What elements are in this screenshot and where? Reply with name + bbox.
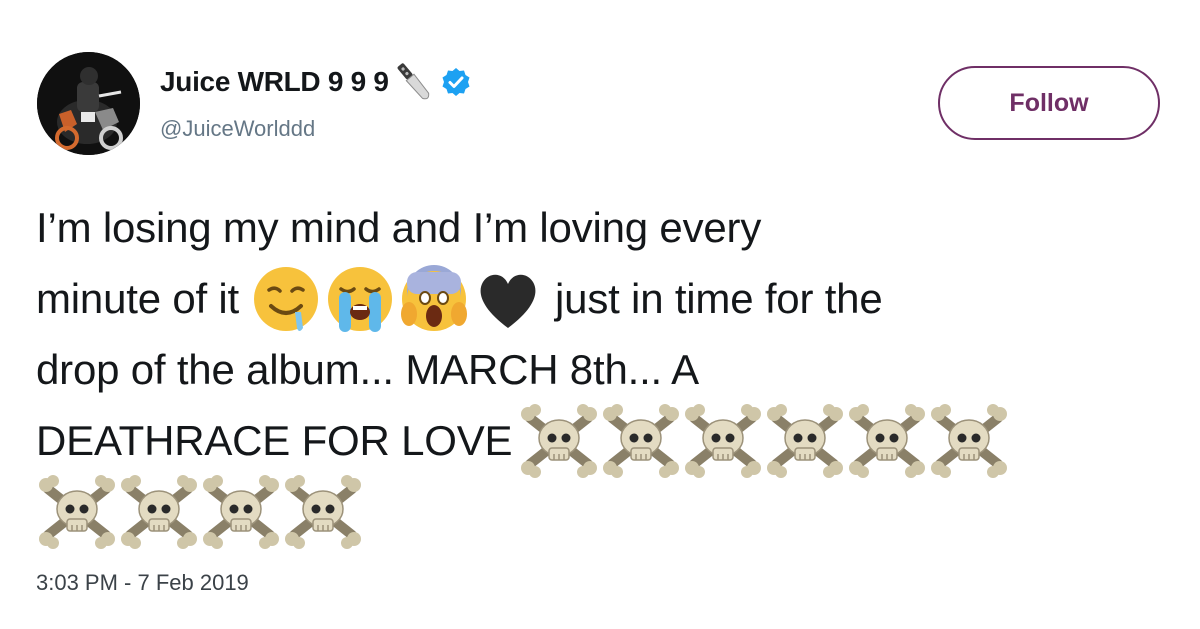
skull-and-crossbones-icon (282, 474, 364, 549)
tweet-line-4: DEATHRACE FOR LOVE (36, 403, 1186, 478)
black-heart-icon (471, 262, 545, 336)
user-name-row: Juice WRLD 9 9 9 (160, 58, 471, 106)
skull-and-crossbones-icon (36, 474, 118, 549)
user-handle[interactable]: @JuiceWorlddd (160, 116, 315, 142)
skull-and-crossbones-icon (200, 474, 282, 549)
avatar-photo (37, 52, 140, 155)
tweet-line-2-start: minute of it (36, 275, 240, 322)
display-name[interactable]: Juice WRLD 9 9 9 (160, 66, 389, 98)
drooling-face-icon (249, 262, 323, 336)
tweet-line-2-end: just in time for the (555, 275, 883, 322)
skull-emoji-row (518, 403, 1010, 478)
face-screaming-in-fear-icon (397, 262, 471, 336)
skull-and-crossbones-icon (764, 403, 846, 478)
tweet-text: I’m losing my mind and I’m loving every … (36, 192, 1186, 549)
tweet-line-2: minute of it just in time for the (36, 263, 1186, 334)
verified-badge-icon (441, 67, 471, 97)
skull-and-crossbones-icon (600, 403, 682, 478)
skull-emoji-row (36, 474, 364, 549)
loudly-crying-face-icon (323, 262, 397, 336)
tweet-line-5 (36, 474, 1186, 549)
avatar[interactable] (37, 52, 140, 155)
tweet-card: Juice WRLD 9 9 9 @JuiceWorlddd Follow I’… (0, 0, 1200, 629)
tweet-timestamp[interactable]: 3:03 PM - 7 Feb 2019 (36, 570, 249, 596)
emoji-group (249, 262, 545, 336)
skull-and-crossbones-icon (682, 403, 764, 478)
follow-button[interactable]: Follow (938, 66, 1160, 140)
knife-icon (391, 58, 437, 106)
skull-and-crossbones-icon (518, 403, 600, 478)
tweet-line-1: I’m losing my mind and I’m loving every (36, 204, 762, 251)
skull-and-crossbones-icon (118, 474, 200, 549)
tweet-line-4-text: DEATHRACE FOR LOVE (36, 417, 513, 464)
tweet-line-3: drop of the album... MARCH 8th... A (36, 346, 699, 393)
skull-and-crossbones-icon (846, 403, 928, 478)
skull-and-crossbones-icon (928, 403, 1010, 478)
